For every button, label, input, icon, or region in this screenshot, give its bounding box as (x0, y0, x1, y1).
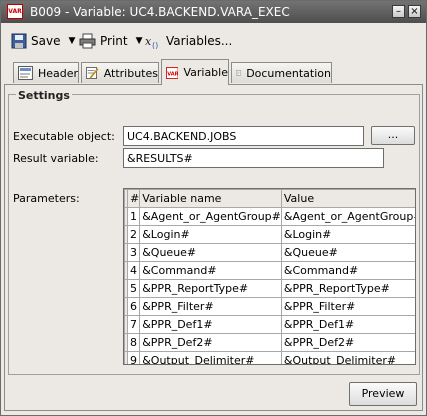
svg-text:VAR: VAR (167, 71, 178, 77)
value-cell[interactable]: &PPR_Filter# (280, 297, 415, 316)
row-index-cell: 3 (126, 243, 141, 262)
svg-text:(): () (152, 41, 158, 49)
row-index-cell: 8 (126, 333, 141, 352)
title-bar[interactable]: VAR B009 - Variable: UC4.BACKEND.VARA_EX… (1, 1, 426, 23)
table-row[interactable]: 6 &PPR_Filter# &PPR_Filter# (124, 297, 415, 316)
tab-documentation-label: Documentation (246, 66, 331, 80)
executable-object-label: Executable object: (13, 130, 115, 143)
table-row[interactable]: 4 &Command# &Command# (124, 261, 415, 280)
table-header-row: # Variable name Value (124, 189, 415, 208)
column-header-variable-name[interactable]: Variable name (139, 189, 282, 208)
value-cell[interactable]: &Agent_or_AgentGroup# (280, 207, 415, 226)
variable-name-cell[interactable]: &Login# (139, 225, 282, 244)
print-button[interactable]: Print ▼ (79, 32, 143, 50)
value-cell[interactable]: &PPR_ReportType# (280, 279, 415, 298)
executable-object-field[interactable]: UC4.BACKEND.JOBS (123, 126, 364, 146)
result-variable-field[interactable]: &RESULTS# (123, 148, 384, 168)
variable-icon: VAR (166, 66, 179, 79)
minimize-button[interactable]: – (392, 5, 405, 18)
variables-button[interactable]: x () Variables... (145, 32, 232, 50)
save-dropdown-icon[interactable]: ▼ (68, 36, 75, 46)
print-icon (79, 33, 96, 49)
row-index-cell: 7 (126, 315, 141, 334)
row-index-cell: 1 (126, 207, 141, 226)
variable-name-cell[interactable]: &Output_Delimiter# (139, 351, 282, 364)
svg-text:x: x (145, 35, 152, 48)
close-button[interactable]: × (408, 5, 421, 18)
variable-name-cell[interactable]: &Queue# (139, 243, 282, 262)
row-index-cell: 4 (126, 261, 141, 280)
variable-name-cell[interactable]: &PPR_Filter# (139, 297, 282, 316)
tab-variable-label: Variable (183, 66, 228, 79)
value-cell[interactable]: &Command# (280, 261, 415, 280)
row-index-cell: 9 (126, 351, 141, 364)
row-index-cell: 5 (126, 279, 141, 298)
table-row[interactable]: 2 &Login# &Login# (124, 225, 415, 244)
window-title: B009 - Variable: UC4.BACKEND.VARA_EXEC (30, 5, 290, 19)
variable-app-icon: VAR (7, 4, 23, 19)
column-header-index[interactable]: # (126, 189, 141, 208)
tab-variable[interactable]: VAR Variable (161, 59, 229, 85)
value-cell[interactable]: &Queue# (280, 243, 415, 262)
value-cell[interactable]: &PPR_Def1# (280, 315, 415, 334)
table-row[interactable]: 1 &Agent_or_AgentGroup# &Agent_or_AgentGro… (124, 207, 415, 226)
row-index-cell: 6 (126, 297, 141, 316)
print-label: Print (100, 34, 128, 48)
editor-window: VAR B009 - Variable: UC4.BACKEND.VARA_EX… (0, 0, 427, 416)
table-row[interactable]: 8 &PPR_Def2# &PPR_Def2# (124, 333, 415, 352)
tab-strip: Header Attributes VAR Variable Documenta… (1, 59, 426, 85)
save-button[interactable]: Save ▼ (11, 32, 75, 50)
browse-button[interactable]: ... (371, 126, 415, 145)
save-icon (11, 33, 27, 49)
value-cell[interactable]: &Login# (280, 225, 415, 244)
variable-name-cell[interactable]: &Command# (139, 261, 282, 280)
save-label: Save (31, 34, 61, 48)
parameters-grid: # Variable name Value 1 &Agent_or_AgentGr… (124, 189, 415, 364)
parameters-table[interactable]: # Variable name Value 1 &Agent_or_AgentGr… (123, 188, 416, 365)
preview-button[interactable]: Preview (349, 382, 417, 406)
tab-attributes-label: Attributes (103, 66, 158, 80)
tab-documentation[interactable]: Documentation (231, 62, 332, 83)
table-row[interactable]: 9 &Output_Delimiter# &Output_Delimiter# (124, 351, 415, 364)
settings-title: Settings (16, 89, 72, 102)
table-row[interactable]: 5 &PPR_ReportType# &PPR_ReportType# (124, 279, 415, 298)
documentation-icon (236, 70, 241, 76)
column-header-value[interactable]: Value (280, 189, 415, 208)
header-icon (18, 66, 33, 80)
print-dropdown-icon[interactable]: ▼ (136, 36, 143, 46)
variable-name-cell[interactable]: &PPR_Def2# (139, 333, 282, 352)
value-cell[interactable]: &Output_Delimiter# (280, 351, 415, 364)
variable-name-cell[interactable]: &PPR_Def1# (139, 315, 282, 334)
variables-label: Variables... (166, 34, 233, 48)
tab-attributes[interactable]: Attributes (81, 62, 159, 83)
tab-header-label: Header (37, 66, 78, 80)
result-variable-label: Result variable: (13, 152, 99, 165)
toolbar: Save ▼ Print ▼ x () Variables... (1, 24, 426, 57)
attributes-icon (86, 67, 99, 79)
table-row[interactable]: 7 &PPR_Def1# &PPR_Def1# (124, 315, 415, 334)
tab-header[interactable]: Header (13, 62, 79, 83)
value-cell[interactable]: &PPR_Def2# (280, 333, 415, 352)
variables-icon: x () (145, 35, 158, 49)
parameters-label: Parameters: (13, 192, 80, 205)
variable-name-cell[interactable]: &Agent_or_AgentGroup# (139, 207, 282, 226)
variable-name-cell[interactable]: &PPR_ReportType# (139, 279, 282, 298)
table-row[interactable]: 3 &Queue# &Queue# (124, 243, 415, 262)
row-index-cell: 2 (126, 225, 141, 244)
